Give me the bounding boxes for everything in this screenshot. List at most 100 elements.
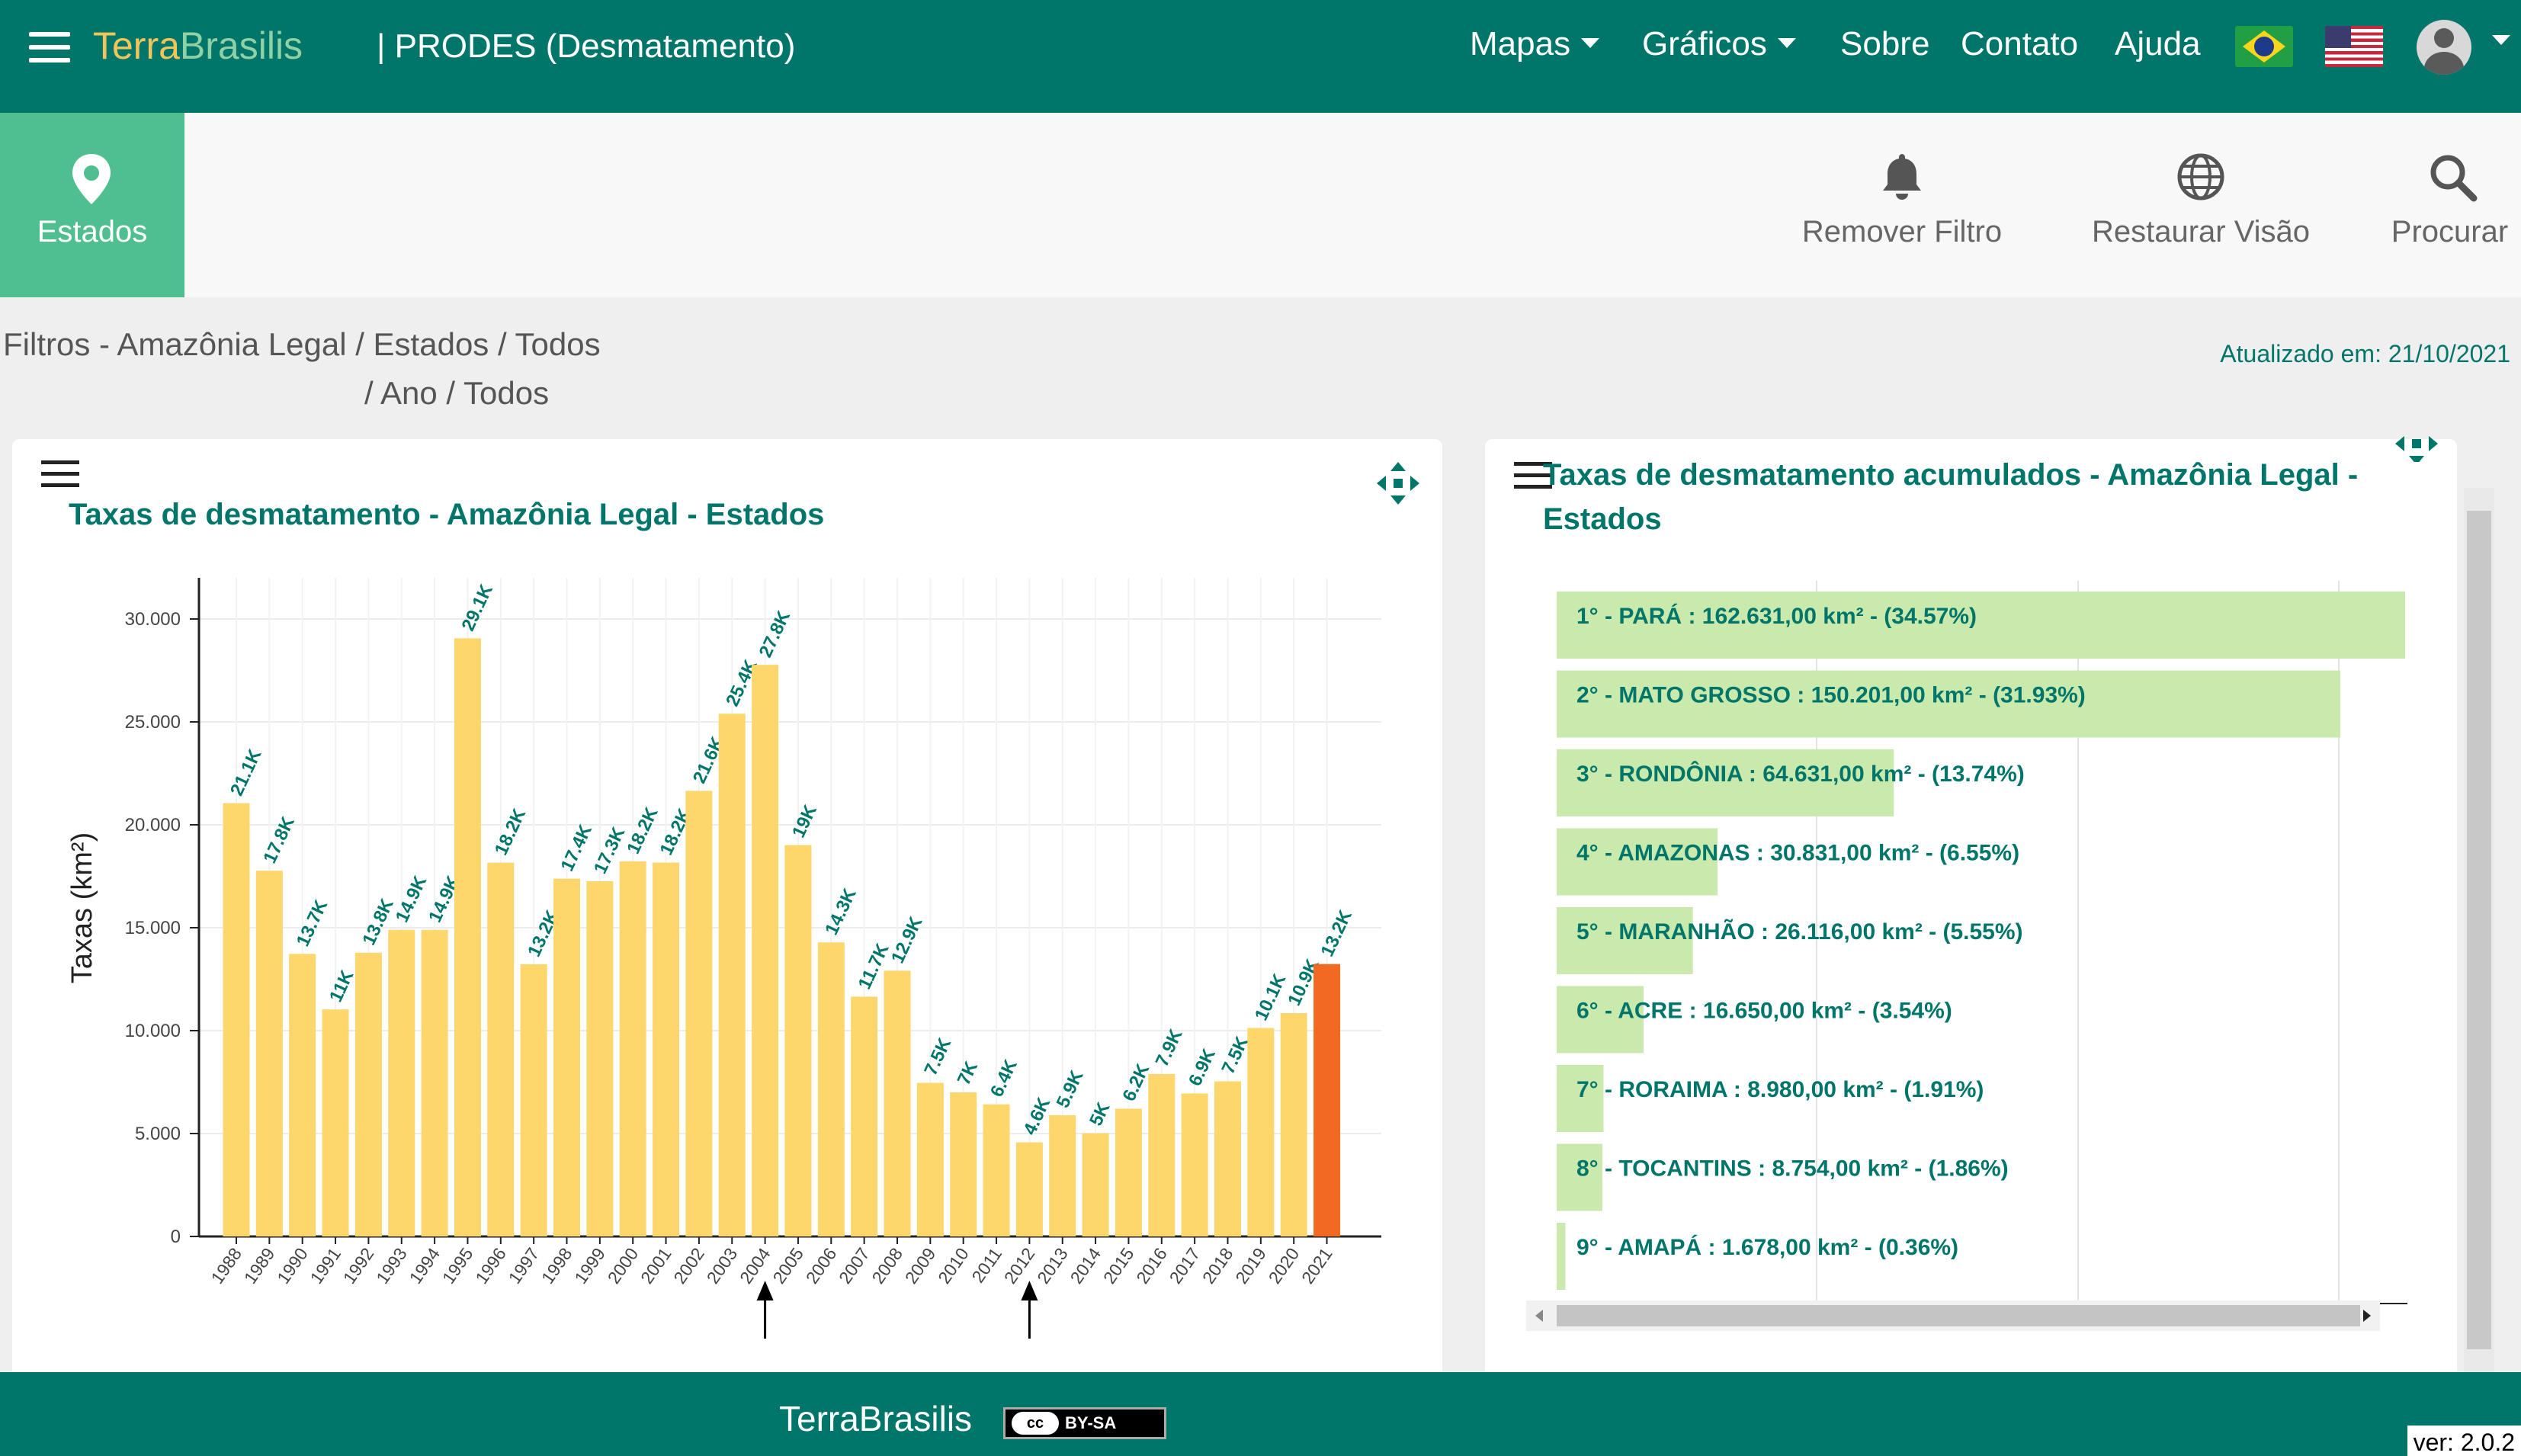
bar-1988	[223, 803, 250, 1236]
y-tick-label: 0	[171, 1227, 181, 1247]
x-tick-label: 1994	[406, 1244, 444, 1288]
hbar-label: 6° - ACRE : 16.650,00 km² - (3.54%)	[1576, 999, 1952, 1024]
data-label: 6.4K	[986, 1056, 1022, 1100]
data-label: 7K	[954, 1058, 983, 1089]
chevron-down-icon	[1581, 37, 1600, 48]
annual-rates-chart: 0 5.000 10.000 15.000 20.000 25.000 30.000 Taxa…	[66, 578, 1381, 1339]
footer: TerraBrasilis cc BY-SA ver: 2.0.2	[0, 1372, 2521, 1456]
hbar-label: 4° - AMAZONAS : 30.831,00 km² - (6.55%)	[1576, 841, 2019, 866]
chevron-down-icon[interactable]	[2492, 35, 2510, 45]
bar-2001	[653, 862, 680, 1236]
us-flag-icon[interactable]	[2325, 26, 2383, 67]
bar-2005	[784, 845, 812, 1236]
x-tick-label: 1997	[505, 1244, 544, 1288]
bar-2015	[1115, 1108, 1142, 1236]
cc-logo-icon: cc	[1012, 1412, 1059, 1435]
bar-2004	[752, 665, 779, 1236]
x-tick-label: 2006	[802, 1244, 841, 1288]
x-tick-label: 2011	[967, 1244, 1006, 1286]
hbar-label: 5° - MARANHÃO : 26.116,00 km² - (5.55%)	[1576, 919, 2023, 944]
bar-2003	[718, 714, 746, 1236]
bar-1998	[553, 878, 580, 1236]
scroll-right-icon[interactable]	[2360, 1308, 2372, 1323]
brand-logo[interactable]: TerraBrasilis	[93, 23, 303, 69]
chevron-down-icon	[1777, 37, 1796, 48]
scroll-left-icon[interactable]	[1534, 1308, 1546, 1323]
bar-2002	[685, 791, 713, 1236]
hbar-label: 9° - AMAPÁ : 1.678,00 km² - (0.36%)	[1576, 1234, 1958, 1260]
search-label: Procurar	[2391, 215, 2509, 249]
nav-charts-label: Gráficos	[1642, 25, 1767, 63]
x-tick-label: 2009	[901, 1244, 940, 1288]
x-tick-label: 2016	[1132, 1244, 1171, 1288]
data-label: 18.2K	[491, 805, 531, 858]
y-tick-label: 5.000	[135, 1124, 181, 1144]
x-tick-label: 2021	[1297, 1244, 1336, 1288]
nav-charts[interactable]: Gráficos	[1642, 23, 1796, 66]
cc-license-badge[interactable]: cc BY-SA	[1003, 1407, 1166, 1439]
bar-2016	[1148, 1073, 1176, 1236]
version-label: ver: 2.0.2	[2407, 1426, 2521, 1456]
footer-brand: TerraBrasilis	[779, 1399, 973, 1438]
license-label: BY-SA	[1065, 1413, 1117, 1432]
x-tick-label: 2012	[1000, 1244, 1039, 1288]
bar-1993	[388, 929, 415, 1236]
x-tick-label: 2007	[835, 1244, 874, 1288]
bar-1990	[289, 954, 316, 1236]
x-tick-label: 1991	[306, 1244, 345, 1288]
bar-2007	[851, 996, 878, 1236]
restore-view-button[interactable]: Restaurar Visão	[2075, 113, 2327, 297]
nav-about[interactable]: Sobre	[1840, 23, 1929, 66]
data-label: 13.2K	[1317, 906, 1357, 960]
x-tick-label: 1988	[207, 1244, 245, 1288]
bar-1991	[322, 1009, 349, 1236]
map-pin-icon	[72, 154, 111, 204]
states-label: Estados	[37, 215, 148, 249]
x-tick-label: 1998	[537, 1244, 576, 1288]
x-tick-label: 2017	[1166, 1244, 1204, 1288]
x-tick-label: 1996	[471, 1244, 510, 1288]
x-tick-label: 2020	[1265, 1244, 1304, 1288]
y-axis-label: Taxas (km²)	[66, 832, 98, 983]
bar-2018	[1214, 1081, 1241, 1236]
updated-date: Atualizado em: 21/10/2021	[2220, 340, 2510, 367]
hbar-label: 1° - PARÁ : 162.631,00 km² - (34.57%)	[1576, 603, 1977, 629]
bar-1997	[520, 964, 547, 1236]
x-tick-label: 1990	[273, 1244, 312, 1288]
remove-filter-button[interactable]: Remover Filtro	[1791, 113, 2013, 297]
states-tab[interactable]: Estados	[0, 113, 184, 297]
hbar-label: 2° - MATO GROSSO : 150.201,00 km² - (31.…	[1576, 683, 2086, 708]
hbar-9	[1557, 1223, 1566, 1290]
nav-maps[interactable]: Mapas	[1470, 23, 1600, 66]
horizontal-scrollbar[interactable]	[1526, 1300, 2380, 1331]
y-tick-label: 10.000	[125, 1021, 181, 1041]
vertical-scrollbar[interactable]	[2464, 488, 2494, 1387]
toolbar: Estados Remover Filtro Restaurar Visão P…	[0, 113, 2521, 297]
x-tick-label: 1995	[438, 1244, 477, 1288]
search-button[interactable]: Procurar	[2378, 113, 2521, 297]
x-tick-label: 2000	[604, 1244, 643, 1288]
nav-help[interactable]: Ajuda	[2115, 23, 2201, 66]
scrollbar-thumb[interactable]	[1557, 1305, 2360, 1326]
bar-2011	[983, 1104, 1010, 1236]
x-tick-label: 2008	[868, 1244, 906, 1288]
brazil-flag-icon[interactable]	[2235, 26, 2293, 67]
data-label: 12.9K	[887, 913, 927, 967]
x-tick-label: 2002	[669, 1244, 708, 1288]
remove-filter-label: Remover Filtro	[1801, 215, 2003, 249]
bar-2009	[916, 1082, 944, 1236]
filter-line-1: Filtros - Amazônia Legal / Estados / Tod…	[3, 326, 601, 362]
nav-contact[interactable]: Contato	[1961, 23, 2078, 66]
bar-2014	[1082, 1133, 1109, 1236]
x-tick-label: 2004	[736, 1244, 775, 1288]
bar-1995	[454, 638, 481, 1236]
bar-2008	[884, 970, 911, 1236]
x-tick-label: 2001	[637, 1244, 675, 1288]
data-label: 19K	[788, 801, 821, 841]
menu-icon[interactable]	[29, 32, 70, 63]
filter-line-2: / Ano / Todos	[364, 375, 550, 411]
marker-arrow-icon	[1021, 1281, 1038, 1300]
bar-2013	[1049, 1114, 1076, 1236]
scrollbar-thumb[interactable]	[2467, 511, 2491, 1349]
user-avatar-icon[interactable]	[2417, 20, 2471, 75]
